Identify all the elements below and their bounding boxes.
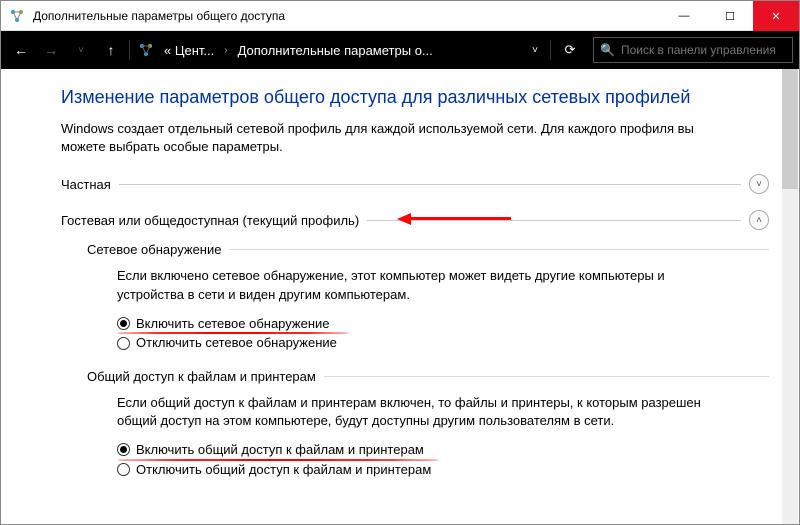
breadcrumb-1[interactable]: « Цент... bbox=[160, 43, 218, 58]
close-button[interactable]: ✕ bbox=[753, 1, 799, 31]
address-dropdown-icon[interactable]: ˅ bbox=[524, 45, 546, 56]
up-button[interactable]: ↑ bbox=[97, 36, 125, 64]
maximize-button[interactable]: ☐ bbox=[707, 1, 753, 31]
radio-sharing-on[interactable]: Включить общий доступ к файлам и принтер… bbox=[117, 440, 769, 460]
radio-icon bbox=[117, 337, 130, 350]
section-private-label: Частная bbox=[61, 177, 111, 192]
minimize-button[interactable]: — bbox=[661, 1, 707, 31]
file-sharing-title: Общий доступ к файлам и принтерам bbox=[87, 369, 316, 384]
radio-sharing-on-label: Включить общий доступ к файлам и принтер… bbox=[136, 440, 424, 460]
search-input[interactable] bbox=[621, 43, 786, 57]
divider bbox=[119, 184, 741, 185]
separator bbox=[129, 40, 130, 60]
page-description: Windows создает отдельный сетевой профил… bbox=[61, 120, 769, 156]
back-button[interactable]: ← bbox=[7, 36, 35, 64]
network-icon bbox=[138, 42, 154, 58]
search-icon: 🔍 bbox=[600, 43, 615, 57]
radio-discovery-on-label: Включить сетевое обнаружение bbox=[136, 314, 330, 334]
divider bbox=[229, 249, 769, 250]
network-icon bbox=[9, 8, 25, 24]
radio-sharing-off-label: Отключить общий доступ к файлам и принте… bbox=[136, 460, 431, 480]
section-guest-label: Гостевая или общедоступная (текущий проф… bbox=[61, 213, 359, 228]
section-guest-content: Сетевое обнаружение Если включено сетево… bbox=[61, 242, 769, 479]
radio-discovery-off-label: Отключить сетевое обнаружение bbox=[136, 333, 337, 353]
titlebar: Дополнительные параметры общего доступа … bbox=[1, 1, 799, 31]
breadcrumb-2[interactable]: Дополнительные параметры о... bbox=[234, 43, 437, 58]
search-box[interactable]: 🔍 bbox=[593, 37, 793, 63]
radio-icon bbox=[117, 317, 130, 330]
divider bbox=[367, 220, 741, 221]
file-sharing-desc: Если общий доступ к файлам и принтерам в… bbox=[87, 394, 769, 430]
subsection-network-discovery: Сетевое обнаружение bbox=[87, 242, 769, 257]
section-guest[interactable]: Гостевая или общедоступная (текущий проф… bbox=[61, 210, 769, 230]
radio-icon bbox=[117, 463, 130, 476]
scrollbar-thumb[interactable] bbox=[782, 69, 798, 189]
recent-dropdown-icon[interactable]: ˅ bbox=[67, 36, 95, 64]
page-title: Изменение параметров общего доступа для … bbox=[61, 87, 769, 108]
annotation-arrow bbox=[397, 213, 511, 225]
network-discovery-desc: Если включено сетевое обнаружение, этот … bbox=[87, 267, 769, 303]
chevron-down-icon[interactable]: ˅ bbox=[749, 174, 769, 194]
window-controls: — ☐ ✕ bbox=[661, 1, 799, 30]
file-sharing-radios: Включить общий доступ к файлам и принтер… bbox=[87, 440, 769, 479]
scrollbar[interactable] bbox=[782, 69, 798, 524]
window-title: Дополнительные параметры общего доступа bbox=[33, 9, 661, 23]
forward-button[interactable]: → bbox=[37, 36, 65, 64]
chevron-right-icon[interactable]: › bbox=[220, 45, 231, 56]
navbar: ← → ˅ ↑ « Цент... › Дополнительные парам… bbox=[1, 31, 799, 69]
content-area: Изменение параметров общего доступа для … bbox=[1, 69, 799, 524]
subsection-file-sharing: Общий доступ к файлам и принтерам bbox=[87, 369, 769, 384]
radio-icon bbox=[117, 443, 130, 456]
radio-discovery-off[interactable]: Отключить сетевое обнаружение bbox=[117, 333, 769, 353]
separator bbox=[550, 40, 551, 60]
refresh-button[interactable]: ⟳ bbox=[555, 42, 585, 58]
section-private[interactable]: Частная ˅ bbox=[61, 174, 769, 194]
network-discovery-radios: Включить сетевое обнаружение Отключить с… bbox=[87, 314, 769, 353]
radio-sharing-off[interactable]: Отключить общий доступ к файлам и принте… bbox=[117, 460, 769, 480]
chevron-up-icon[interactable]: ˄ bbox=[749, 210, 769, 230]
network-discovery-title: Сетевое обнаружение bbox=[87, 242, 221, 257]
divider bbox=[324, 376, 769, 377]
radio-discovery-on[interactable]: Включить сетевое обнаружение bbox=[117, 314, 769, 334]
